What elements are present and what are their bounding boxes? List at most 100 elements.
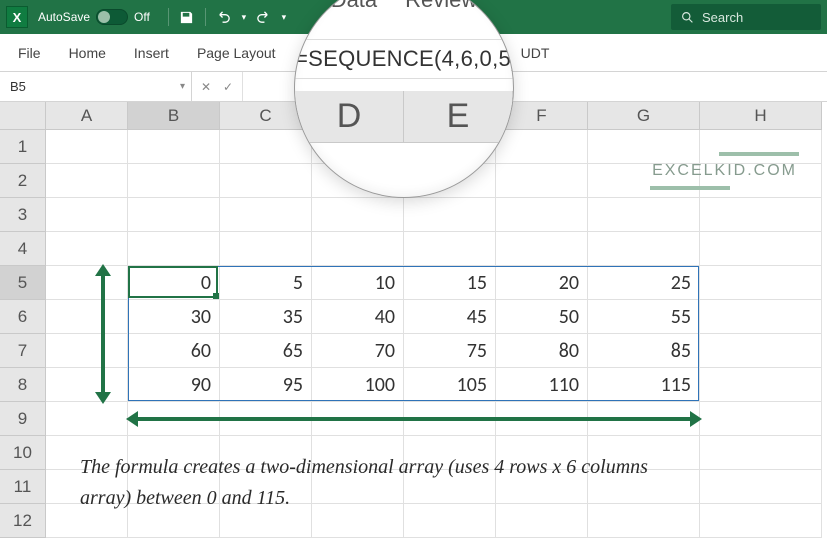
cell[interactable]: 105 (404, 368, 496, 402)
cell[interactable] (700, 266, 822, 300)
redo-icon[interactable] (252, 5, 276, 29)
cell[interactable]: 50 (496, 300, 588, 334)
cell[interactable]: 80 (496, 334, 588, 368)
cell[interactable]: 65 (220, 334, 312, 368)
cell[interactable] (46, 130, 128, 164)
row-header[interactable]: 6 (0, 300, 46, 334)
cell[interactable] (46, 334, 128, 368)
cell[interactable]: 110 (496, 368, 588, 402)
formula-controls: ✕ ✓ (192, 72, 243, 101)
cell[interactable]: 115 (588, 368, 700, 402)
ribbon-tab-file[interactable]: File (4, 34, 55, 71)
cell[interactable]: 0 (128, 266, 220, 300)
cell[interactable]: 75 (404, 334, 496, 368)
cell[interactable] (588, 130, 700, 164)
row-header[interactable]: 3 (0, 198, 46, 232)
cell[interactable] (312, 198, 404, 232)
mag-col-e: E (404, 91, 513, 143)
cell[interactable] (128, 130, 220, 164)
cell[interactable] (588, 198, 700, 232)
row-header[interactable]: 9 (0, 402, 46, 436)
cell[interactable] (46, 368, 128, 402)
cell[interactable] (46, 164, 128, 198)
ribbon-tab-home[interactable]: Home (55, 34, 120, 71)
cell[interactable]: 85 (588, 334, 700, 368)
cell[interactable] (220, 232, 312, 266)
cell[interactable] (700, 334, 822, 368)
cell[interactable]: 90 (128, 368, 220, 402)
cell[interactable]: 100 (312, 368, 404, 402)
ribbon-tab-udt[interactable]: UDT (507, 34, 564, 71)
cell[interactable]: 70 (312, 334, 404, 368)
cell[interactable] (496, 232, 588, 266)
watermark: EXCELKID.COM (652, 162, 797, 180)
row-header[interactable]: 10 (0, 436, 46, 470)
row-header[interactable]: 7 (0, 334, 46, 368)
autosave-label: AutoSave (38, 10, 90, 24)
chevron-down-icon[interactable]: ▾ (180, 81, 185, 92)
cell[interactable] (128, 232, 220, 266)
cell[interactable] (220, 198, 312, 232)
cell[interactable]: 95 (220, 368, 312, 402)
undo-dropdown-icon[interactable]: ▾ (238, 5, 250, 29)
cell[interactable] (700, 198, 822, 232)
cell[interactable]: 40 (312, 300, 404, 334)
ribbon-tab-insert[interactable]: Insert (120, 34, 183, 71)
enter-formula-icon[interactable]: ✓ (218, 77, 238, 97)
cell[interactable] (46, 266, 128, 300)
undo-icon[interactable] (212, 5, 236, 29)
select-all-corner[interactable] (0, 102, 46, 130)
column-header[interactable]: G (588, 102, 700, 130)
cell[interactable] (700, 232, 822, 266)
name-box[interactable]: B5 ▾ (0, 72, 192, 101)
ribbon-tab-page-layout[interactable]: Page Layout (183, 34, 290, 71)
cell[interactable]: 45 (404, 300, 496, 334)
cell[interactable] (700, 436, 822, 470)
cell[interactable] (46, 300, 128, 334)
cell[interactable] (46, 232, 128, 266)
cell[interactable] (404, 198, 496, 232)
row-header[interactable]: 8 (0, 368, 46, 402)
cell[interactable] (46, 402, 128, 436)
save-icon[interactable] (175, 5, 199, 29)
search-label: Search (702, 10, 743, 25)
cell[interactable] (700, 402, 822, 436)
autosave-toggle[interactable] (96, 9, 128, 25)
cancel-formula-icon[interactable]: ✕ (196, 77, 216, 97)
cell[interactable] (588, 232, 700, 266)
mag-formula: =SEQUENCE(4,6,0,5) (295, 39, 513, 79)
cell[interactable]: 15 (404, 266, 496, 300)
column-header[interactable]: B (128, 102, 220, 130)
cell[interactable] (700, 470, 822, 504)
cell[interactable]: 35 (220, 300, 312, 334)
cell[interactable] (700, 504, 822, 538)
search-box[interactable]: Search (671, 4, 821, 30)
cell[interactable] (312, 232, 404, 266)
cell[interactable] (404, 232, 496, 266)
column-header[interactable]: A (46, 102, 128, 130)
cell[interactable]: 5 (220, 266, 312, 300)
row-header[interactable]: 5 (0, 266, 46, 300)
cell[interactable] (46, 198, 128, 232)
vertical-range-arrow (101, 274, 105, 394)
cell[interactable]: 10 (312, 266, 404, 300)
qat-more-icon[interactable]: ▾ (278, 5, 290, 29)
cell[interactable] (496, 198, 588, 232)
cell[interactable]: 55 (588, 300, 700, 334)
cell[interactable]: 60 (128, 334, 220, 368)
cell[interactable]: 30 (128, 300, 220, 334)
row-header[interactable]: 4 (0, 232, 46, 266)
row-header[interactable]: 12 (0, 504, 46, 538)
column-header[interactable]: H (700, 102, 822, 130)
cell[interactable] (700, 300, 822, 334)
row-header[interactable]: 2 (0, 164, 46, 198)
cell[interactable] (700, 130, 822, 164)
row-header[interactable]: 11 (0, 470, 46, 504)
cell[interactable]: 25 (588, 266, 700, 300)
mag-tab-data: Data (331, 0, 377, 13)
cell[interactable]: 20 (496, 266, 588, 300)
row-header[interactable]: 1 (0, 130, 46, 164)
cell[interactable] (128, 164, 220, 198)
cell[interactable] (128, 198, 220, 232)
cell[interactable] (700, 368, 822, 402)
